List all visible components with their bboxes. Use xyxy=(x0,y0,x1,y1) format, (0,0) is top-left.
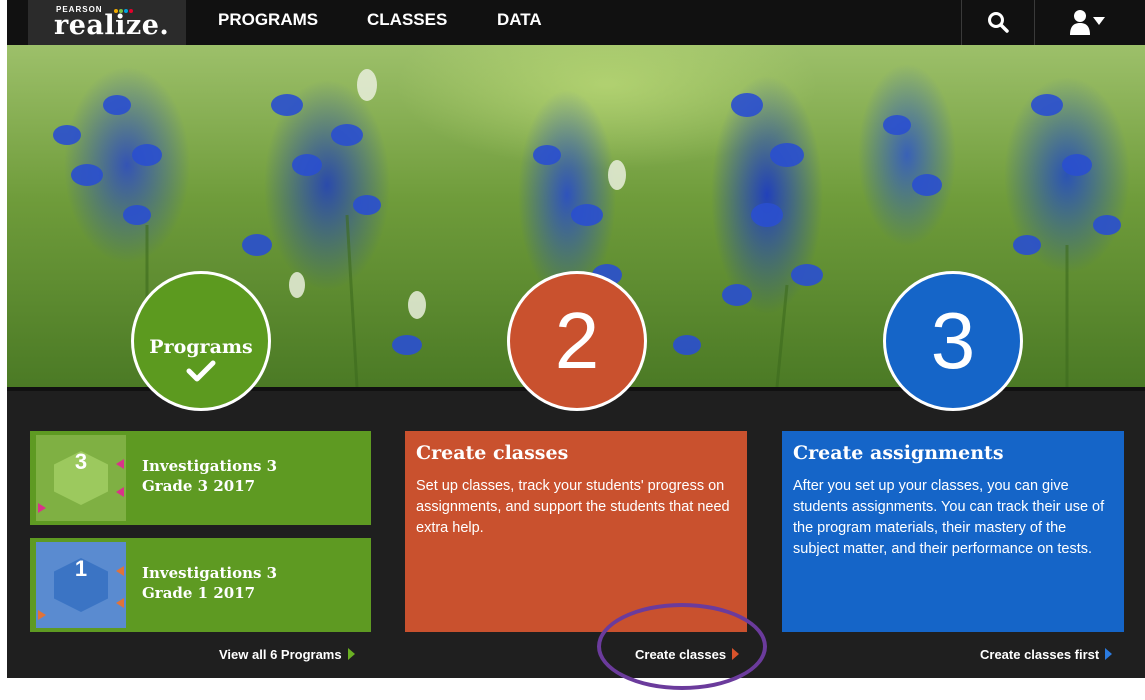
program-thumbnail: 1 xyxy=(36,542,126,628)
logo-dots xyxy=(114,9,134,15)
app-frame: PEARSON realize. PROGRAMS CLASSES DATA P… xyxy=(7,0,1145,678)
arrow-right-icon xyxy=(347,648,355,660)
decor-triangle xyxy=(116,459,124,469)
grade-badge: 1 xyxy=(74,556,88,581)
program-card-grade-3[interactable]: 3 Investigations 3 Grade 3 2017 xyxy=(30,431,371,525)
step-2-circle: 2 xyxy=(507,271,647,411)
step-3-circle: 3 xyxy=(883,271,1023,411)
decor-triangle xyxy=(38,503,46,513)
user-icon xyxy=(1070,10,1090,35)
annotation-highlight-ellipse xyxy=(597,603,767,690)
logo-realize-text: realize. xyxy=(54,10,170,41)
top-nav: PEARSON realize. PROGRAMS CLASSES DATA xyxy=(7,0,1145,45)
create-classes-first-link[interactable]: Create classes first xyxy=(980,647,1113,662)
step-2-number: 2 xyxy=(554,296,600,385)
program-title-line2: Grade 3 2017 xyxy=(142,477,256,495)
program-title-line1: Investigations 3 xyxy=(142,457,278,475)
decor-triangle xyxy=(116,566,124,576)
caret-down-icon xyxy=(1093,17,1105,25)
decor-triangle xyxy=(116,598,124,608)
search-icon xyxy=(988,12,1009,33)
step-programs-label: Programs xyxy=(149,336,253,358)
nav-programs[interactable]: PROGRAMS xyxy=(218,10,318,30)
view-all-programs-label: View all 6 Programs xyxy=(219,647,342,662)
create-assignments-card: Create assignments After you set up your… xyxy=(782,431,1124,632)
nav-data[interactable]: DATA xyxy=(497,10,542,30)
view-all-programs-link[interactable]: View all 6 Programs xyxy=(219,647,355,662)
program-title-line2: Grade 1 2017 xyxy=(142,584,256,602)
decor-triangle xyxy=(116,487,124,497)
create-classes-card: Create classes Set up classes, track you… xyxy=(405,431,747,632)
create-classes-description: Set up classes, track your students' pro… xyxy=(416,478,730,536)
program-card-grade-1[interactable]: 1 Investigations 3 Grade 1 2017 xyxy=(30,538,371,632)
checkmark-icon xyxy=(186,360,216,382)
search-button[interactable] xyxy=(962,0,1034,45)
program-title: Investigations 3 Grade 3 2017 xyxy=(142,456,367,496)
create-assignments-title: Create assignments xyxy=(793,442,1004,464)
create-assignments-description: After you set up your classes, you can g… xyxy=(793,478,1105,557)
nav-classes[interactable]: CLASSES xyxy=(367,10,447,30)
program-thumbnail: 3 xyxy=(36,435,126,521)
arrow-right-icon xyxy=(1105,648,1113,660)
grade-badge: 3 xyxy=(74,449,88,474)
user-menu-button[interactable] xyxy=(1035,0,1145,45)
step-programs-circle: Programs xyxy=(131,271,271,411)
pearson-realize-logo[interactable]: PEARSON realize. xyxy=(28,0,186,45)
create-classes-first-label: Create classes first xyxy=(980,647,1100,662)
decor-triangle xyxy=(38,610,46,620)
program-title-line1: Investigations 3 xyxy=(142,564,278,582)
step-3-number: 3 xyxy=(930,296,976,385)
create-classes-title: Create classes xyxy=(416,442,569,464)
program-title: Investigations 3 Grade 1 2017 xyxy=(142,563,367,603)
